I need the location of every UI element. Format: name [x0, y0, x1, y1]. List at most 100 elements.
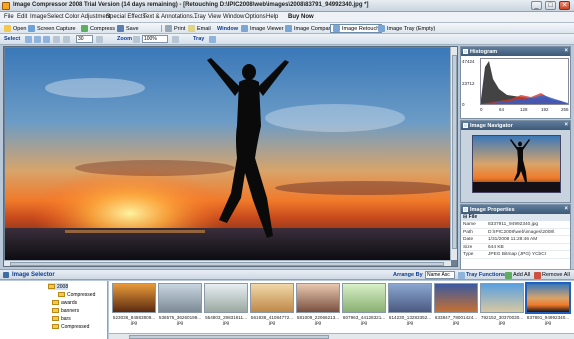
thumbnail[interactable]: 536575_36260199... jpg — [157, 283, 203, 337]
menu-special-effects[interactable]: Special Effects — [106, 14, 146, 20]
tab-image-tray[interactable]: Image Tray (Empty) — [376, 24, 437, 33]
menu-select[interactable]: Select — [47, 14, 64, 20]
thumbnail-image — [342, 283, 386, 313]
tab-image-compare[interactable]: Image Compare — [283, 24, 335, 33]
folder-icon — [52, 316, 59, 321]
scrollbar-thumb[interactable] — [10, 262, 444, 266]
menu-window[interactable]: Window — [223, 14, 244, 20]
navigator-preview[interactable] — [472, 135, 561, 193]
thumbnail-ext: jpg — [406, 320, 414, 325]
menu-options[interactable]: Options — [245, 14, 266, 20]
image-compare-icon — [285, 25, 292, 32]
minimize-button[interactable]: _ — [531, 1, 542, 10]
scrollbar-thumb[interactable] — [452, 55, 457, 249]
add-all-button[interactable]: Add All — [513, 272, 530, 278]
close-icon[interactable]: × — [564, 48, 568, 54]
navigator-panel: Image Navigator × — [460, 120, 571, 203]
retouch-photo[interactable] — [5, 48, 451, 260]
tray-functions-label[interactable]: Tray Functions — [466, 272, 505, 278]
histogram-y-mid: 23712 — [462, 81, 475, 86]
brush-icon[interactable] — [96, 36, 103, 43]
tree-item[interactable]: bars — [52, 315, 71, 322]
remove-all-button[interactable]: Remove All — [542, 272, 570, 278]
navigator-body — [461, 130, 570, 202]
histogram-header: Histogram × — [461, 47, 570, 56]
thumbnail[interactable]: 607963_44128321... jpg — [341, 283, 387, 337]
email-button[interactable]: Email — [186, 24, 213, 33]
tab-image-viewer[interactable]: Image Viewer — [239, 24, 286, 33]
thumbnail[interactable]: 581009_22066213... jpg — [295, 283, 341, 337]
thumbnail-scrollbar[interactable] — [109, 333, 574, 339]
thumbnail[interactable]: 633847_78001424... jpg — [433, 283, 479, 337]
screen-capture-button[interactable]: Screen Capture — [26, 24, 78, 33]
compress-button[interactable]: Compress — [79, 24, 117, 33]
thumbnail-image — [388, 283, 432, 313]
navigator-icon — [463, 123, 468, 128]
close-icon[interactable]: × — [564, 206, 568, 212]
open-button[interactable]: Open — [2, 24, 28, 33]
zoom-icon[interactable] — [133, 36, 140, 43]
menu-buy-now[interactable]: Buy Now — [288, 14, 314, 20]
property-value: D:\IPIC2008\web\images\2008\ — [488, 229, 555, 235]
maximize-button[interactable]: □ — [545, 1, 556, 10]
property-key: Size — [463, 244, 473, 250]
image-tray-icon — [378, 25, 385, 32]
menu-text-annotations[interactable]: Text & Annotations... — [143, 14, 198, 20]
image-canvas[interactable] — [3, 46, 458, 267]
tree-item[interactable]: Compressed — [52, 323, 89, 330]
select-lasso-icon[interactable] — [43, 36, 50, 43]
properties-icon — [463, 207, 468, 212]
menu-edit[interactable]: Edit — [17, 14, 27, 20]
thumbnail[interactable]: 523036_84883809... jpg — [111, 283, 157, 337]
thumbnail-selected[interactable]: 837891_94992340... jpg — [525, 282, 571, 337]
menu-tray[interactable]: Tray — [194, 14, 206, 20]
tab-image-tray-label: Image Tray (Empty) — [387, 25, 436, 32]
thumbnail-image — [434, 283, 478, 313]
zoom-in-icon[interactable] — [172, 36, 179, 43]
thumbnail[interactable]: 561938_41084772... jpg — [249, 283, 295, 337]
tab-image-retouch-label: Image Retouch — [342, 25, 380, 32]
menu-file[interactable]: File — [4, 14, 14, 20]
menu-color-adjustment[interactable]: Color Adjustment — [65, 14, 111, 20]
image-selector-title: Image Selector — [12, 272, 55, 278]
size-input[interactable]: 30 — [76, 35, 93, 43]
canvas-horizontal-scrollbar[interactable] — [4, 260, 451, 266]
thumbnail-image — [525, 282, 571, 314]
close-button[interactable]: ✕ — [559, 1, 570, 10]
menu-help[interactable]: Help — [266, 14, 278, 20]
thumbnail[interactable]: 792152_30370030... jpg — [479, 283, 525, 337]
print-button[interactable]: Print — [163, 24, 187, 33]
canvas-vertical-scrollbar[interactable] — [450, 47, 457, 260]
tray-functions-icon — [458, 272, 465, 279]
save-button[interactable]: Save — [115, 24, 141, 33]
select-ellipse-icon[interactable] — [34, 36, 41, 43]
tree-item[interactable]: awards — [52, 299, 77, 306]
arrange-by-select[interactable]: Name Asc — [425, 271, 455, 279]
properties-body: ⊟ File Name 8337911_94992340.jpg Path D:… — [461, 214, 570, 275]
thumbnail-ext: jpg — [314, 320, 322, 325]
open-folder-icon — [4, 25, 11, 32]
close-icon[interactable]: × — [564, 122, 568, 128]
scrollbar-thumb[interactable] — [129, 335, 329, 339]
tree-item[interactable]: Compressed — [58, 291, 95, 298]
property-key: Path — [463, 229, 473, 235]
thumbnail-ext: jpg — [498, 320, 506, 325]
crop-icon[interactable] — [63, 36, 70, 43]
tab-image-retouch[interactable]: Image Retouch — [330, 24, 383, 33]
menu-image[interactable]: Image — [30, 14, 47, 20]
zoom-select[interactable]: 100% — [142, 35, 168, 43]
tree-item[interactable]: banners — [52, 307, 79, 314]
thumbnail[interactable]: 614230_13283352... jpg — [387, 283, 433, 337]
thumbnail-image — [112, 283, 156, 313]
select-rect-icon[interactable] — [25, 36, 32, 43]
open-label: Open — [13, 25, 27, 32]
menu-view[interactable]: View — [208, 14, 221, 20]
thumbnail[interactable]: 554803_29831611... jpg — [203, 283, 249, 337]
tree-item[interactable]: 2008 — [48, 283, 69, 290]
properties-group-file[interactable]: ⊟ File — [461, 214, 570, 221]
tray-add-icon[interactable] — [209, 36, 216, 43]
thumbnail-ext: jpg — [268, 320, 276, 325]
menu-bar: File Edit Image Select Color Adjustment … — [0, 12, 574, 23]
property-row: Date 1/31/2008 11:28:46 AM — [461, 236, 570, 244]
hand-tool-icon[interactable] — [53, 36, 60, 43]
